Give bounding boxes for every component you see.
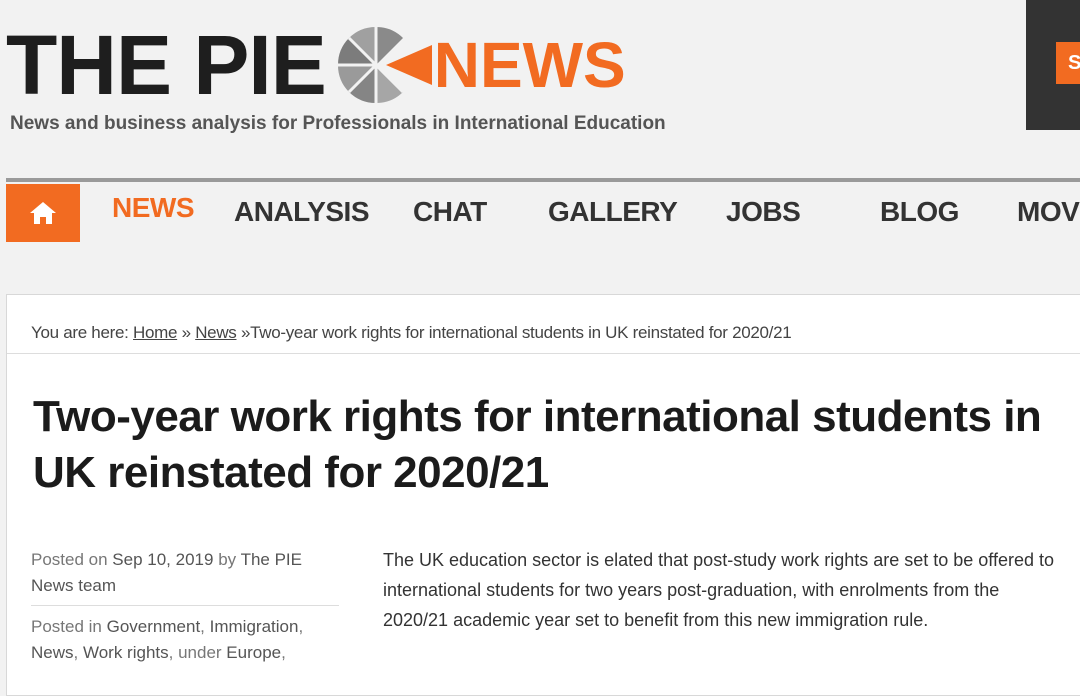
breadcrumb-home-link[interactable]: Home — [133, 323, 177, 342]
breadcrumb-divider — [7, 353, 1080, 354]
nav-item-blog[interactable]: BLOG — [880, 196, 959, 228]
category-link[interactable]: News — [31, 643, 74, 662]
category-link[interactable]: Government — [107, 617, 201, 636]
main-navigation: NEWS ANALYSIS CHAT GALLERY JOBS BLOG MOV… — [6, 178, 1080, 246]
posted-in-label: Posted in — [31, 617, 102, 636]
post-date-line: Posted on Sep 10, 2019 by The PIE News t… — [31, 547, 339, 599]
home-icon — [30, 202, 56, 224]
site-logo[interactable]: THE PIE NEWS — [6, 20, 626, 110]
posted-on-label: Posted on — [31, 550, 108, 569]
region-link[interactable]: Europe — [226, 643, 281, 662]
logo-wordmark-the-pie: THE PIE — [6, 18, 327, 112]
nav-item-jobs[interactable]: JOBS — [726, 196, 801, 228]
nav-item-gallery[interactable]: GALLERY — [548, 196, 678, 228]
breadcrumb-current: Two-year work rights for international s… — [250, 323, 792, 342]
logo-wordmark-news: NEWS — [433, 29, 626, 101]
breadcrumb-prefix: You are here: — [31, 323, 129, 342]
nav-item-analysis[interactable]: ANALYSIS — [234, 196, 370, 228]
breadcrumb: You are here: Home » News »Two-year work… — [31, 323, 792, 343]
meta-divider — [31, 605, 339, 606]
by-label: by — [218, 550, 237, 569]
post-categories-line: Posted in Government, Immigration, News,… — [31, 617, 304, 662]
post-date: Sep 10, 2019 — [112, 550, 214, 569]
nav-home-button[interactable] — [6, 184, 80, 242]
header-subscribe-button[interactable]: S — [1056, 42, 1080, 84]
header-side-panel: S — [1026, 0, 1080, 130]
article-lead-paragraph: The UK education sector is elated that p… — [383, 550, 1055, 630]
nav-item-move[interactable]: MOVE — [1017, 196, 1080, 228]
breadcrumb-news-link[interactable]: News — [195, 323, 237, 342]
nav-item-news[interactable]: NEWS — [112, 192, 195, 224]
under-label: under — [178, 643, 222, 662]
article-title: Two-year work rights for international s… — [33, 392, 1042, 497]
masthead: THE PIE NEWS News and business analysis … — [0, 0, 1080, 170]
site-tagline: News and business analysis for Professio… — [10, 113, 666, 134]
category-link[interactable]: Immigration — [210, 617, 299, 636]
article-meta: Posted on Sep 10, 2019 by The PIE News t… — [31, 547, 339, 666]
category-link[interactable]: Work rights — [83, 643, 169, 662]
nav-item-chat[interactable]: CHAT — [413, 196, 487, 228]
breadcrumb-separator: » — [240, 323, 251, 342]
breadcrumb-separator: » — [181, 323, 191, 342]
article-container: You are here: Home » News »Two-year work… — [6, 294, 1080, 696]
pie-chart-logo-icon — [337, 26, 432, 104]
